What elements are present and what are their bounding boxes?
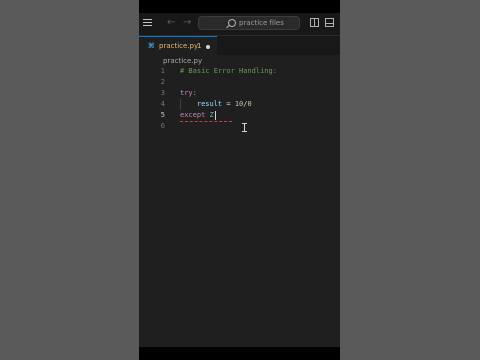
back-arrow-icon[interactable]: ←: [167, 18, 175, 28]
title-bar: ← → practice files: [139, 13, 340, 36]
line-number: 6: [160, 122, 165, 130]
code-text: try:: [180, 89, 197, 97]
forward-arrow-icon[interactable]: →: [183, 18, 191, 28]
line-number: 4: [160, 100, 165, 108]
text-cursor-icon: [242, 123, 248, 132]
line-number: 5: [160, 111, 165, 119]
code-line[interactable]: 2: [139, 77, 340, 88]
line-number: 2: [160, 78, 165, 86]
python-file-icon: ⌘: [148, 42, 155, 50]
tab-label: practice.py: [159, 42, 199, 50]
code-text: # Basic Error Handling:: [180, 67, 277, 75]
editor-tab-bar: ⌘ practice.py 1: [139, 36, 340, 55]
text-caret: [214, 110, 216, 120]
problem-count-badge: 1: [197, 42, 202, 50]
line-number: 3: [160, 89, 165, 97]
search-icon: [228, 19, 236, 27]
breadcrumb[interactable]: practice.py: [163, 57, 202, 65]
code-line[interactable]: 4 result = 10/0: [139, 99, 340, 110]
code-line[interactable]: 6: [139, 121, 340, 132]
menu-icon[interactable]: [143, 19, 152, 27]
split-editor-icon[interactable]: [310, 18, 319, 27]
code-editor[interactable]: 1 # Basic Error Handling: 2 3 try: 4 res…: [139, 66, 340, 186]
indent-guide: [180, 99, 181, 110]
code-line[interactable]: 3 try:: [139, 88, 340, 99]
code-line[interactable]: 1 # Basic Error Handling:: [139, 66, 340, 77]
error-underline: [180, 120, 232, 122]
code-editor-window: ← → practice files ⌘ practice.py 1 pract…: [139, 13, 340, 347]
tab-practice-py[interactable]: ⌘ practice.py 1: [139, 36, 217, 55]
code-text: result = 10/0: [196, 100, 252, 108]
code-line-active[interactable]: 5 except Z: [139, 110, 340, 121]
search-placeholder: practice files: [239, 19, 284, 27]
toggle-panel-icon[interactable]: [325, 18, 334, 27]
unsaved-changes-dot[interactable]: [206, 45, 210, 49]
line-number: 1: [160, 67, 165, 75]
command-search-box[interactable]: practice files: [198, 16, 300, 30]
